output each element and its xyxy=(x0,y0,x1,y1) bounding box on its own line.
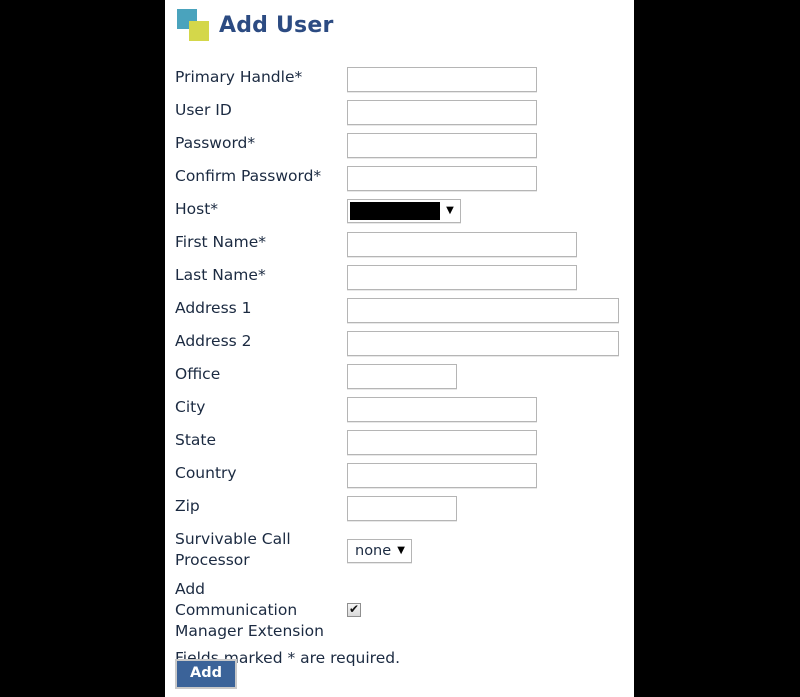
password-input[interactable] xyxy=(347,133,537,158)
address-2-input[interactable] xyxy=(347,331,619,356)
form-row-last-name: Last Name* xyxy=(175,264,630,290)
add-button[interactable]: Add xyxy=(175,659,237,689)
form-row-password: Password* xyxy=(175,132,630,158)
host-value-redacted xyxy=(350,202,440,220)
label-confirm-password: Confirm Password* xyxy=(175,167,322,185)
check-icon: ✔ xyxy=(348,602,360,616)
state-input[interactable] xyxy=(347,430,537,455)
field-address-1 xyxy=(347,297,630,323)
field-country xyxy=(347,462,630,488)
user-id-input[interactable] xyxy=(347,100,537,125)
logo-square-yellow xyxy=(189,21,209,41)
last-name-input[interactable] xyxy=(347,265,577,290)
page-header: Add User xyxy=(175,2,334,50)
label-primary-handle: Primary Handle* xyxy=(175,68,303,86)
field-city xyxy=(347,396,630,422)
survivable-call-processor-select[interactable]: none ▼ xyxy=(347,539,412,563)
country-input[interactable] xyxy=(347,463,537,488)
page-title: Add User xyxy=(219,13,334,38)
form-row-zip: Zip xyxy=(175,495,630,521)
label-host: Host* xyxy=(175,200,219,218)
host-dropdown-arrow[interactable]: ▼ xyxy=(440,200,460,222)
field-add-communication-manager-extension: ✔ xyxy=(347,578,630,617)
survivable-call-processor-value: none xyxy=(355,543,392,559)
field-last-name xyxy=(347,264,630,290)
form-row-office: Office xyxy=(175,363,630,389)
label-office: Office xyxy=(175,365,221,383)
form-row-survivable-call-processor: Survivable Call Processor none ▼ xyxy=(175,528,630,571)
form-row-host: Host* ▼ xyxy=(175,198,630,224)
label-address-1: Address 1 xyxy=(175,299,252,317)
field-confirm-password xyxy=(347,165,630,191)
two-squares-logo-icon xyxy=(175,7,213,45)
field-host: ▼ xyxy=(347,198,630,224)
form-row-address-1: Address 1 xyxy=(175,297,630,323)
label-zip: Zip xyxy=(175,497,200,515)
field-zip xyxy=(347,495,630,521)
primary-handle-input[interactable] xyxy=(347,67,537,92)
field-office xyxy=(347,363,630,389)
field-password xyxy=(347,132,630,158)
field-first-name xyxy=(347,231,630,257)
form-row-address-2: Address 2 xyxy=(175,330,630,356)
form-row-primary-handle: Primary Handle* xyxy=(175,66,630,92)
required-fields-note: Fields marked * are required. xyxy=(175,649,401,667)
label-city: City xyxy=(175,398,206,416)
office-input[interactable] xyxy=(347,364,457,389)
city-input[interactable] xyxy=(347,397,537,422)
zip-input[interactable] xyxy=(347,496,457,521)
form-row-confirm-password: Confirm Password* xyxy=(175,165,630,191)
label-first-name: First Name* xyxy=(175,233,267,251)
chevron-down-icon: ▼ xyxy=(446,205,454,216)
label-state: State xyxy=(175,431,217,449)
label-address-2: Address 2 xyxy=(175,332,252,350)
label-survivable-call-processor: Survivable Call Processor xyxy=(175,530,291,569)
first-name-input[interactable] xyxy=(347,232,577,257)
form-row-city: City xyxy=(175,396,630,422)
add-user-panel: Add User Primary Handle* User ID Passwor… xyxy=(165,0,634,697)
field-primary-handle xyxy=(347,66,630,92)
label-add-communication-manager-extension: Add Communication Manager Extension xyxy=(175,580,324,640)
field-survivable-call-processor: none ▼ xyxy=(347,528,630,563)
field-user-id xyxy=(347,99,630,125)
form-row-first-name: First Name* xyxy=(175,231,630,257)
confirm-password-input[interactable] xyxy=(347,166,537,191)
add-communication-manager-extension-checkbox[interactable]: ✔ xyxy=(347,603,361,617)
label-password: Password* xyxy=(175,134,256,152)
form-row-user-id: User ID xyxy=(175,99,630,125)
chevron-down-icon: ▼ xyxy=(397,545,405,556)
field-state xyxy=(347,429,630,455)
form-footer: Add xyxy=(175,659,237,689)
form-row-state: State xyxy=(175,429,630,455)
label-last-name: Last Name* xyxy=(175,266,266,284)
label-country: Country xyxy=(175,464,237,482)
form-row-add-communication-manager-extension: Add Communication Manager Extension ✔ xyxy=(175,578,630,642)
host-select[interactable]: ▼ xyxy=(347,199,461,223)
add-user-form: Primary Handle* User ID Password* Confir… xyxy=(175,66,630,667)
label-user-id: User ID xyxy=(175,101,232,119)
field-address-2 xyxy=(347,330,630,356)
screen: Add User Primary Handle* User ID Passwor… xyxy=(0,0,800,697)
address-1-input[interactable] xyxy=(347,298,619,323)
form-row-country: Country xyxy=(175,462,630,488)
